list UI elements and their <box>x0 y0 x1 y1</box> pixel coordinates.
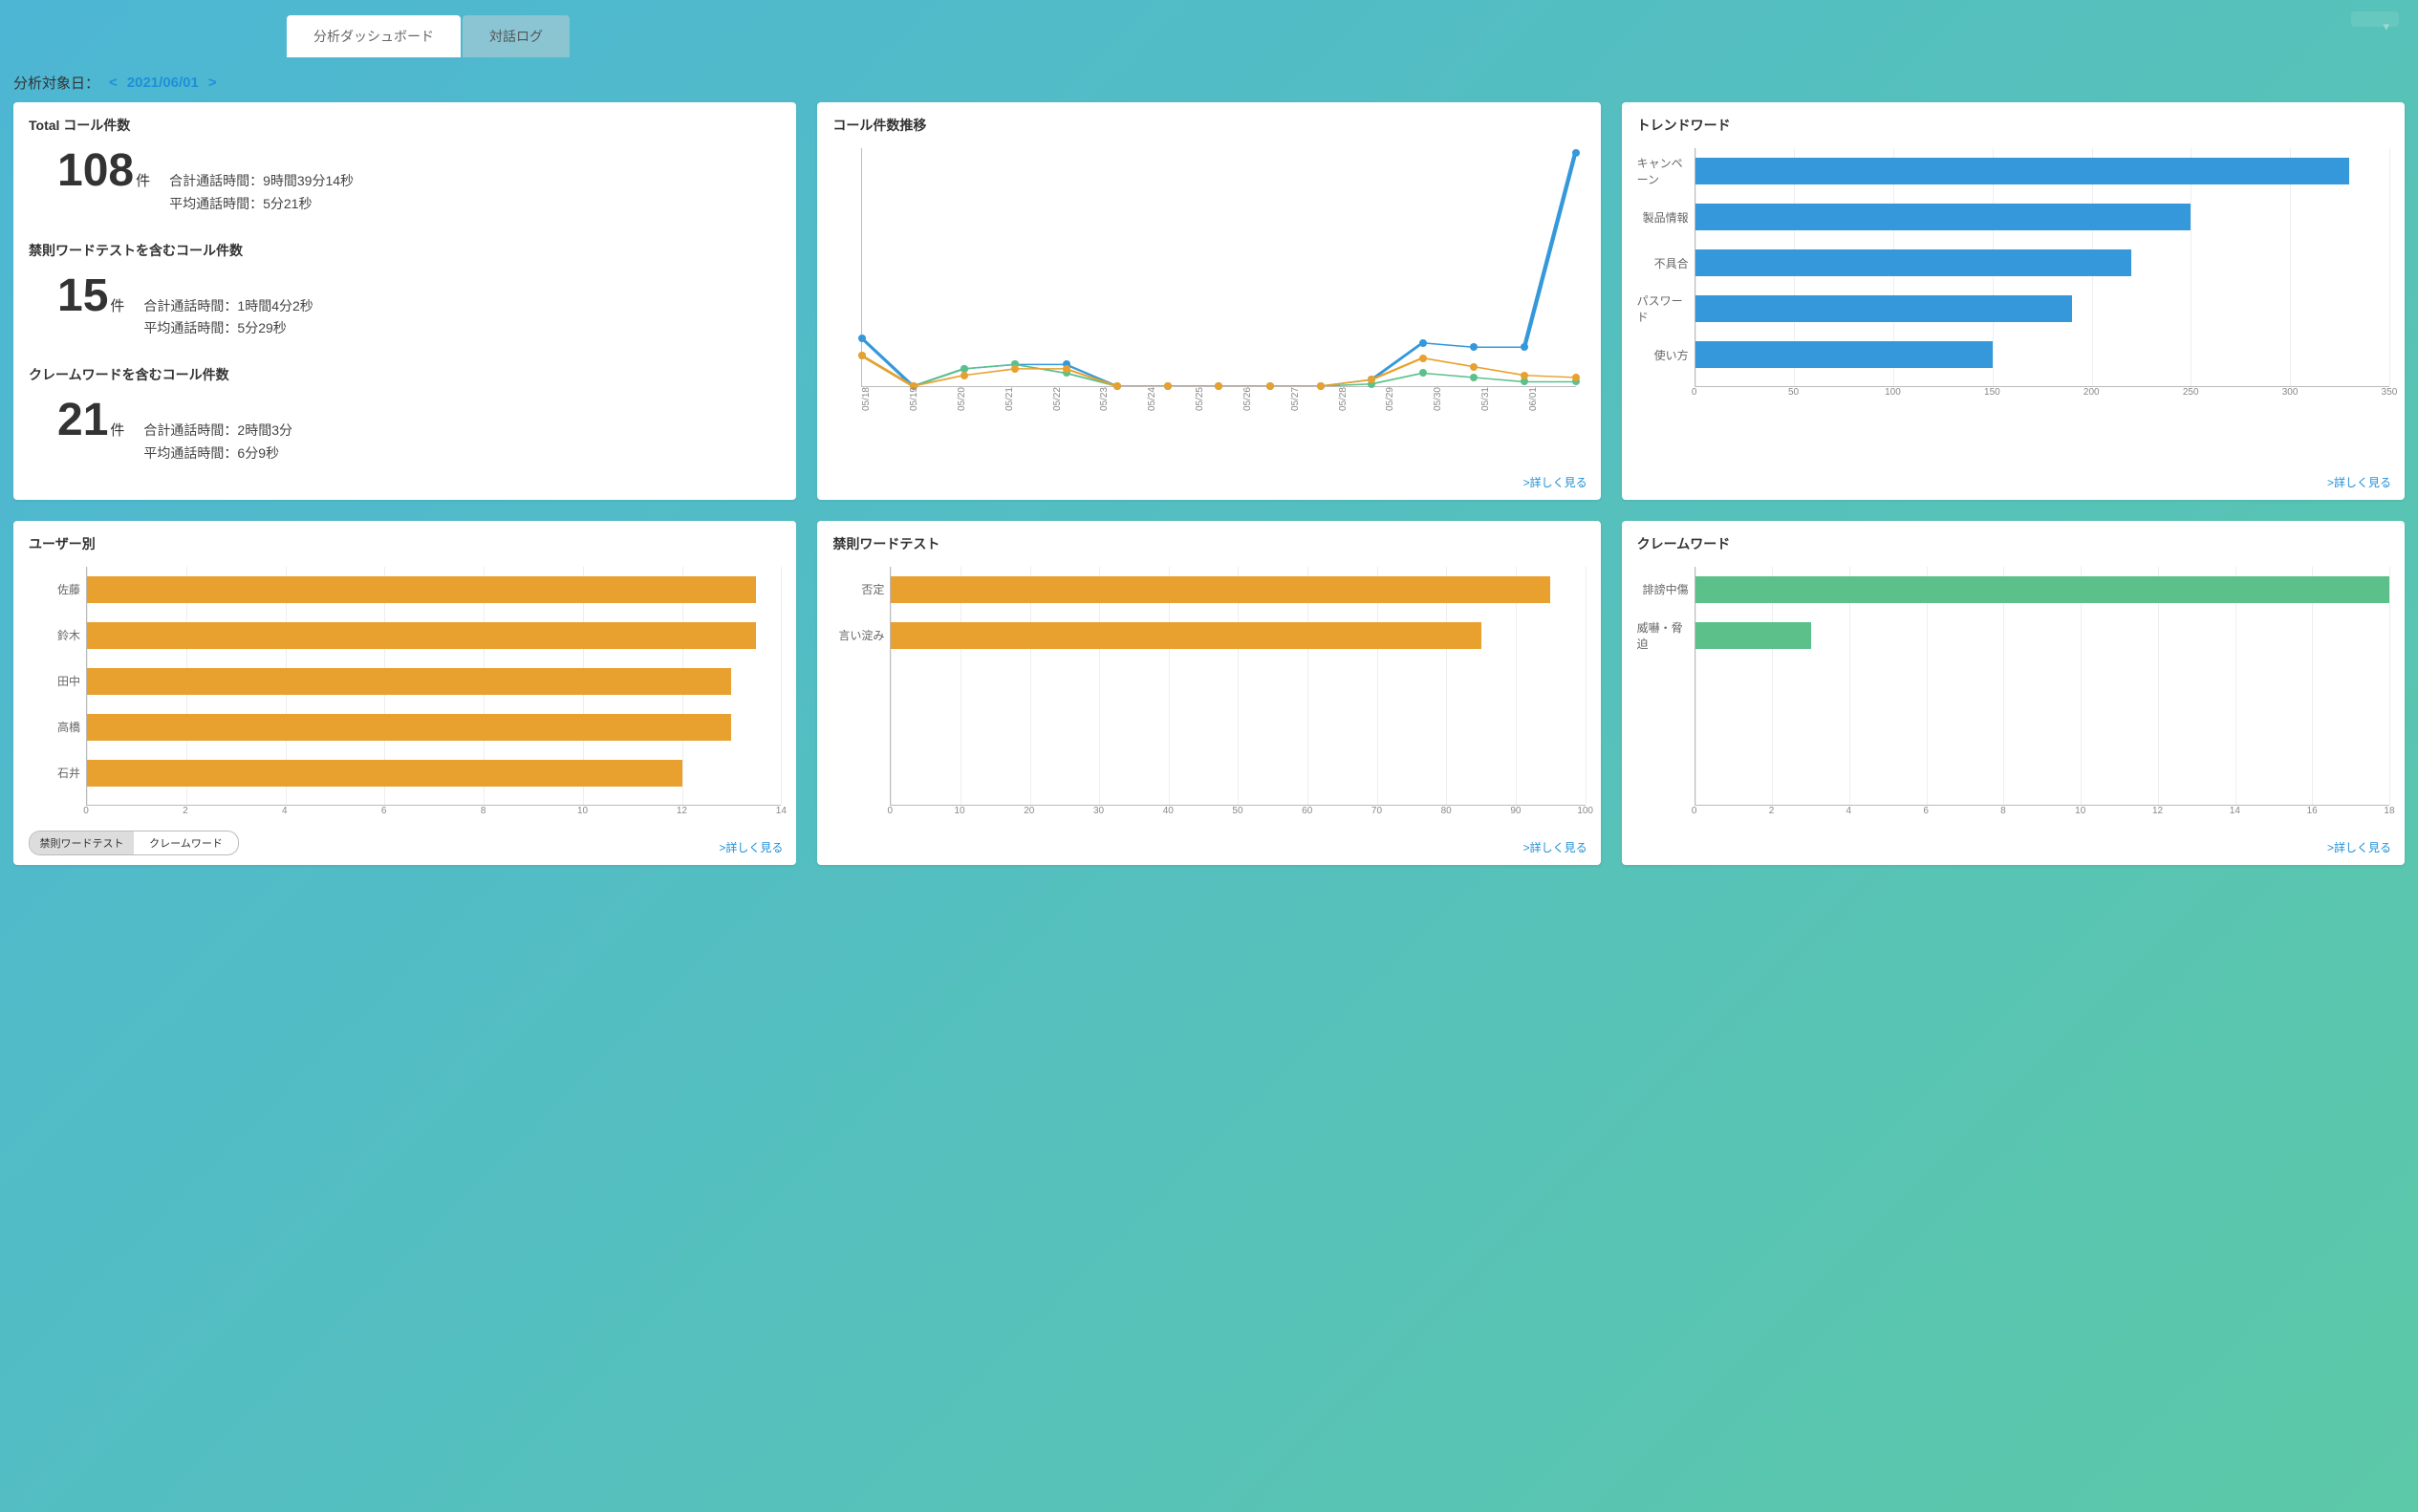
stat-value: 108件 <box>57 144 150 197</box>
card-by-user: ユーザー別 佐藤鈴木田中高橋石井02468101214 禁則ワードテスト クレー… <box>13 521 796 865</box>
hbar-category: 高橋 <box>29 704 86 750</box>
date-prev[interactable]: < <box>109 75 118 91</box>
line-point <box>1419 339 1427 347</box>
toggle-claim[interactable]: クレームワード <box>134 832 238 854</box>
card-title: トレンドワード <box>1637 116 2389 135</box>
stat-title: 禁則ワードテストを含むコール件数 <box>29 241 781 260</box>
topbar: 分析ダッシュボード 対話ログ <box>0 0 2418 57</box>
more-link[interactable]: >詳しく見る <box>1523 839 1587 855</box>
line-point <box>1521 372 1528 379</box>
hbar-bar <box>1695 204 2191 230</box>
more-link[interactable]: >詳しく見る <box>719 839 783 855</box>
date-picker: 分析対象日： < 2021/06/01 > <box>0 57 2418 102</box>
tabs: 分析ダッシュボード 対話ログ <box>287 15 572 57</box>
hbar-category: 言い淀み <box>832 613 890 659</box>
line-point <box>961 372 968 379</box>
more-link[interactable]: >詳しく見る <box>2327 839 2391 855</box>
line-point <box>1063 365 1070 373</box>
hbar-category: キャンペーン <box>1637 148 1695 194</box>
hbar-category: 使い方 <box>1637 332 1695 378</box>
more-link[interactable]: >詳しく見る <box>2327 474 2391 490</box>
stat-title: Total コール件数 <box>29 116 781 135</box>
more-link[interactable]: >詳しく見る <box>1523 474 1587 490</box>
stat-sublines: 合計通話時間：1時間4分2秒平均通話時間：5分29秒 <box>143 295 313 341</box>
line-point <box>858 352 866 359</box>
hbar-category: パスワード <box>1637 286 1695 332</box>
hbar-category: 製品情報 <box>1637 194 1695 240</box>
line-point <box>1419 369 1427 377</box>
line-chart <box>861 148 1575 387</box>
card-claim-word: クレームワード 誹謗中傷威嚇・脅迫024681012141618 >詳しく見る <box>1622 521 2405 865</box>
line-point <box>1572 374 1580 381</box>
hbar-chart: 否定言い淀み0102030405060708090100 <box>832 567 1585 821</box>
line-point <box>1470 343 1478 351</box>
hbar-category: 鈴木 <box>29 613 86 659</box>
line-point <box>1470 374 1478 381</box>
hbar-category: 田中 <box>29 659 86 704</box>
hbar-chart: キャンペーン製品情報不具合パスワード使い方0501001502002503003… <box>1637 148 2389 402</box>
date-label: 分析対象日： <box>13 73 99 93</box>
date-next[interactable]: > <box>208 75 217 91</box>
card-title: コール件数推移 <box>832 116 1585 135</box>
line-point <box>858 335 866 342</box>
hbar-bar <box>1695 295 2072 322</box>
hbar-bar <box>1695 576 2389 603</box>
line-point <box>1572 149 1580 157</box>
hbar-bar <box>891 576 1550 603</box>
tab-dialog-log[interactable]: 対話ログ <box>463 15 570 57</box>
hbar-category: 誹謗中傷 <box>1637 567 1695 613</box>
card-ban-word: 禁則ワードテスト 否定言い淀み0102030405060708090100 >詳… <box>817 521 1600 865</box>
hbar-bar <box>87 668 731 695</box>
hbar-category: 不具合 <box>1637 240 1695 286</box>
user-chart-toggle: 禁則ワードテスト クレームワード <box>29 831 239 855</box>
stat-sublines: 合計通話時間：9時間39分14秒平均通話時間：5分21秒 <box>169 170 354 216</box>
stat-title: クレームワードを含むコール件数 <box>29 365 781 384</box>
stat-sublines: 合計通話時間：2時間3分平均通話時間：6分9秒 <box>143 420 292 465</box>
card-call-trend: コール件数推移 05/1805/1905/2005/2105/2205/2305… <box>817 102 1600 500</box>
stat-value: 21件 <box>57 394 124 446</box>
hbar-chart: 誹謗中傷威嚇・脅迫024681012141618 <box>1637 567 2389 821</box>
hbar-chart: 佐藤鈴木田中高橋石井02468101214 <box>29 567 781 821</box>
line-point <box>1521 343 1528 351</box>
line-point <box>1419 355 1427 362</box>
hbar-category: 佐藤 <box>29 567 86 613</box>
date-value[interactable]: 2021/06/01 <box>127 75 199 91</box>
tab-dashboard[interactable]: 分析ダッシュボード <box>287 15 461 57</box>
line-point <box>1368 376 1375 383</box>
card-title: ユーザー別 <box>29 534 781 553</box>
hbar-bar <box>87 760 682 787</box>
hbar-bar <box>87 576 756 603</box>
line-point <box>1470 363 1478 371</box>
card-title: 禁則ワードテスト <box>832 534 1585 553</box>
hbar-bar <box>891 622 1480 649</box>
card-title: クレームワード <box>1637 534 2389 553</box>
hbar-bar <box>1695 249 2132 276</box>
hbar-bar <box>1695 622 1811 649</box>
card-trend-word: トレンドワード キャンペーン製品情報不具合パスワード使い方05010015020… <box>1622 102 2405 500</box>
card-totals: Total コール件数 108件 合計通話時間：9時間39分14秒平均通話時間：… <box>13 102 796 500</box>
hbar-category: 威嚇・脅迫 <box>1637 613 1695 659</box>
hbar-bar <box>87 714 731 741</box>
account-menu[interactable] <box>2351 11 2399 27</box>
hbar-bar <box>1695 158 2350 184</box>
line-xaxis: 05/1805/1905/2005/2105/2205/2305/2405/25… <box>861 387 1575 415</box>
toggle-ban[interactable]: 禁則ワードテスト <box>30 832 134 854</box>
line-point <box>1011 365 1019 373</box>
hbar-bar <box>1695 341 1993 368</box>
hbar-category: 石井 <box>29 750 86 796</box>
hbar-category: 否定 <box>832 567 890 613</box>
stat-value: 15件 <box>57 270 124 322</box>
hbar-bar <box>87 622 756 649</box>
